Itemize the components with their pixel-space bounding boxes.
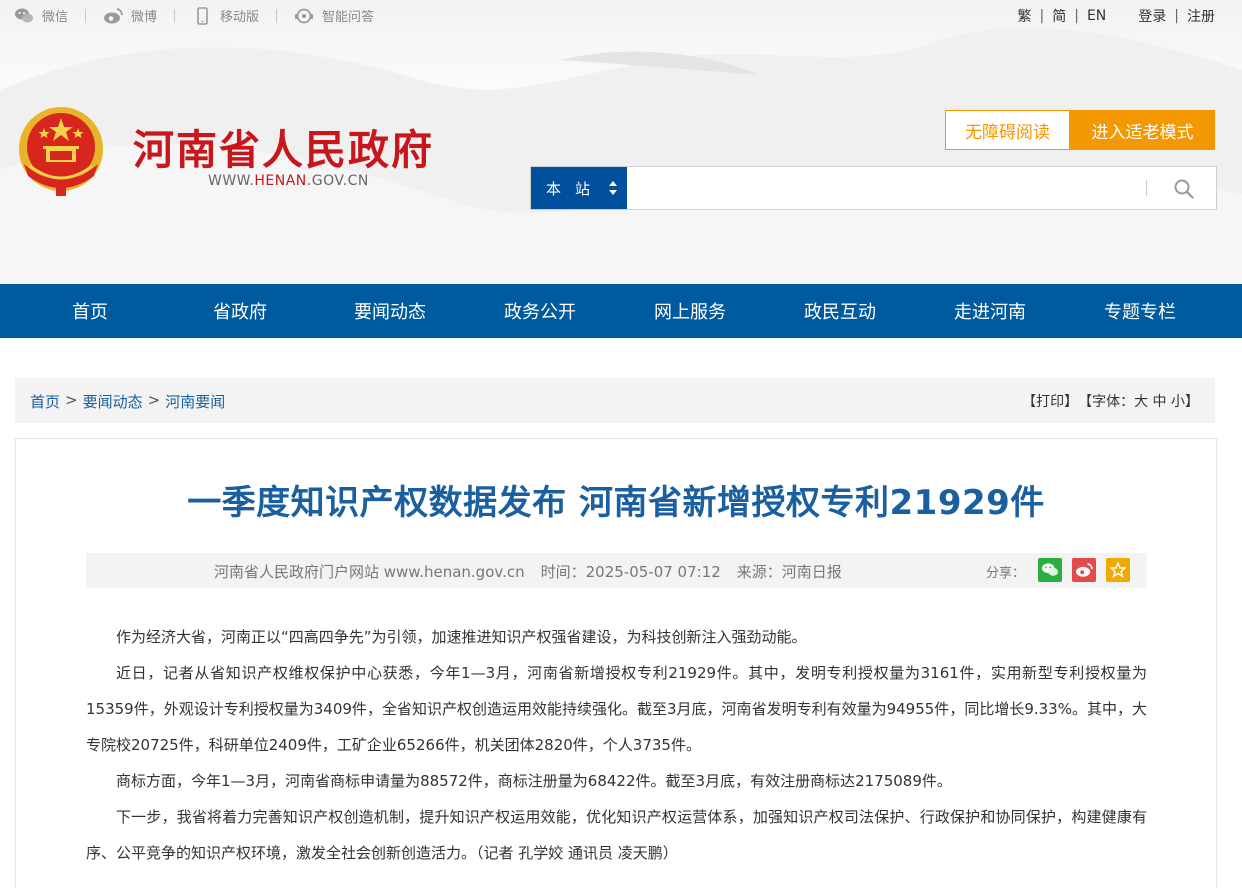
article-paragraph: 下一步，我省将着力完善知识产权创造机制，提升知识产权运用效能，优化知识产权运营体… [86,808,1147,862]
url-prefix: WWW. [208,173,255,189]
nav-item-topics[interactable]: 专题专栏 [1065,284,1215,338]
nav-item-government[interactable]: 省政府 [165,284,315,338]
lang-simplified[interactable]: 简 [1052,6,1066,26]
wechat-link[interactable]: 微信 [14,6,68,25]
lang-english[interactable]: EN [1087,8,1106,24]
star-icon [1110,562,1126,578]
article-paragraph: 商标方面，今年1—3月，河南省商标申请量为88572件，商标注册量为68422件… [116,772,952,790]
article: 一季度知识产权数据发布 河南省新增授权专利21929件 河南省人民政府门户网站 … [15,438,1217,888]
accessible-reading-button[interactable]: 无障碍阅读 [945,110,1070,150]
nav-item-home[interactable]: 首页 [15,284,165,338]
nav-item-about-henan[interactable]: 走进河南 [915,284,1065,338]
article-body: 作为经济大省，河南正以“四高四争先”为引领，加速推进知识产权强省建设，为科技创新… [86,619,1147,871]
breadcrumb-bar: 首页 > 要闻动态 > 河南要闻 【打印】 【字体： 大 中 小 】 [15,378,1215,423]
login-link[interactable]: 登录 [1138,6,1166,26]
site-title[interactable]: 河南省人民政府 [133,116,434,176]
divider: | [1174,8,1179,24]
url-suffix: .GOV.CN [306,173,369,189]
breadcrumb-henan-news[interactable]: 河南要闻 [165,391,225,412]
lang-traditional[interactable]: 繁 [1018,6,1032,26]
article-paragraph: 近日，记者从省知识产权维权保护中心获悉，今年1—3月，河南省新增授权专利2192… [86,664,1147,754]
nav-item-public-affairs[interactable]: 政务公开 [465,284,615,338]
nav-item-interaction[interactable]: 政民互动 [765,284,915,338]
search-icon[interactable] [1173,178,1195,200]
site-url: WWW.HENAN.GOV.CN [208,173,369,189]
share-label: 分享： [986,566,1026,581]
weibo-icon [104,7,123,23]
weibo-link[interactable]: 微博 [103,6,157,25]
weibo-icon [1076,562,1093,577]
breadcrumb-sep: > [147,391,161,409]
emblem-icon[interactable] [16,104,106,198]
article-paragraph: 作为经济大省，河南正以“四高四争先”为引领，加速推进知识产权强省建设，为科技创新… [116,628,807,646]
breadcrumb-home[interactable]: 首页 [30,391,60,412]
print-button[interactable]: 【打印】 [1022,391,1078,411]
qa-label: 智能问答 [322,10,375,25]
search-scope-select[interactable]: 本站 [531,167,627,209]
article-meta: 河南省人民政府门户网站 www.henan.gov.cn 时间：2025-05-… [86,553,1147,588]
nav-item-online-services[interactable]: 网上服务 [615,284,765,338]
font-prefix: 【字体： [1078,394,1135,410]
mobile-label: 移动版 [220,10,260,25]
register-link[interactable]: 注册 [1187,6,1215,26]
breadcrumb: 首页 > 要闻动态 > 河南要闻 [30,391,225,412]
article-time: 时间：2025-05-07 07:12 [540,563,721,581]
wechat-icon [1042,563,1058,576]
breadcrumb-news[interactable]: 要闻动态 [83,391,143,412]
divider: | [1039,8,1045,24]
page-tools: 【打印】 【字体： 大 中 小 】 [1022,391,1199,411]
font-small-button[interactable]: 小 [1171,391,1185,411]
article-site: 河南省人民政府门户网站 www.henan.gov.cn [214,563,525,581]
search-box: 本站 [530,166,1217,210]
qa-link[interactable]: 智能问答 [294,6,374,25]
elder-mode-button[interactable]: 进入适老模式 [1070,110,1215,150]
font-suffix: 】 [1185,394,1199,410]
article-title: 一季度知识产权数据发布 河南省新增授权专利21929件 [187,483,1045,523]
wechat-label: 微信 [42,10,69,25]
search-scope-label: 本站 [546,179,605,198]
mobile-link[interactable]: 移动版 [192,6,259,25]
breadcrumb-sep: > [65,391,78,409]
weibo-label: 微博 [131,10,158,25]
wechat-icon [15,8,33,22]
header: 微信 微博 移动版 智能问答 繁 | 简 | EN 登录 | 注册 河南省人民政… [0,0,1242,284]
font-medium-button[interactable]: 中 [1153,391,1167,411]
favorite-button[interactable] [1106,558,1130,582]
top-bar: 微信 微博 移动版 智能问答 繁 | 简 | EN 登录 | 注册 [0,0,1242,30]
url-highlight: HENAN [254,173,307,189]
sort-arrows-icon [609,181,617,195]
mobile-icon [197,6,208,25]
font-large-button[interactable]: 大 [1134,391,1148,411]
share-wechat-button[interactable] [1038,558,1062,582]
share-weibo-button[interactable] [1072,558,1096,582]
divider: | [1074,8,1079,24]
main-nav: 首页 省政府 要闻动态 政务公开 网上服务 政民互动 走进河南 专题专栏 [0,284,1242,338]
nav-item-news[interactable]: 要闻动态 [315,284,465,338]
article-source: 来源：河南日报 [736,563,842,581]
chat-icon [295,8,314,23]
search-input[interactable] [635,173,1135,203]
